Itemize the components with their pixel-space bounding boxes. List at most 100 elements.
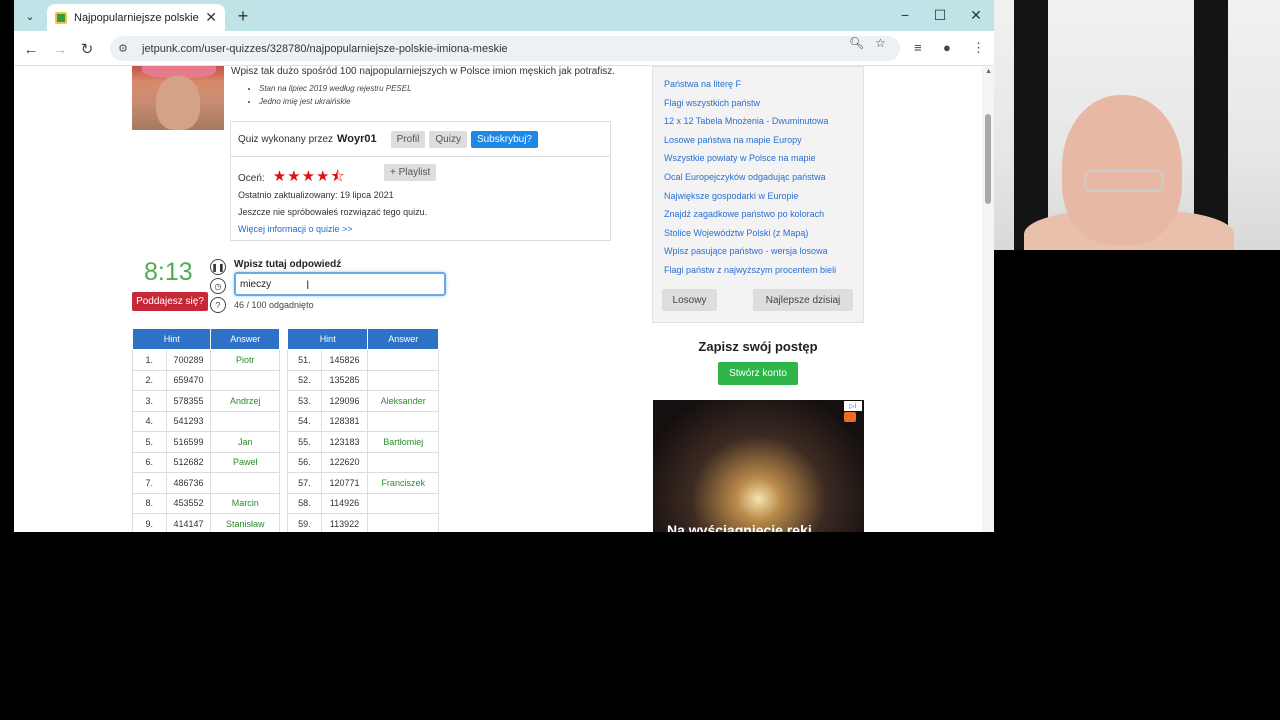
row-hint: 145826 xyxy=(320,349,369,371)
row-answer: Aleksander xyxy=(367,390,439,412)
row-number: 52. xyxy=(287,369,322,391)
table-row: 51. 145826 xyxy=(287,349,439,371)
site-info-icon[interactable]: ⚙ xyxy=(118,42,134,55)
page-scrollbar[interactable]: ▲ xyxy=(982,66,994,532)
back-icon[interactable]: ← xyxy=(20,38,42,60)
sidebar-quiz-link[interactable]: Ocal Europejczyków odgadując państwa xyxy=(664,172,854,182)
answers-table-left: Hint Answer 1. 700289 Piotr 2. 659470 3. 57835… xyxy=(131,328,280,532)
pause-icon[interactable]: ❚❚ xyxy=(210,259,226,275)
quizzes-button[interactable]: Quizy xyxy=(429,130,467,148)
row-hint: 486736 xyxy=(165,472,212,494)
related-quizzes-sidebar: Państwa na literę F Flagi wszystkich pańs… xyxy=(652,66,864,323)
row-answer: Piotr xyxy=(210,349,280,371)
subscribe-button[interactable]: Subskrybuj? xyxy=(470,130,538,148)
sidebar-quiz-link[interactable]: Losowe państwa na mapie Europy xyxy=(664,135,854,145)
profile-button[interactable]: Profil xyxy=(390,130,426,148)
sidebar-quiz-link[interactable]: 12 x 12 Tabela Mnożenia - Dwuminutowa xyxy=(664,116,854,126)
bookmark-star-icon[interactable]: ☆ xyxy=(875,36,886,50)
acoustic-panel xyxy=(1194,0,1228,250)
table-row: 57. 120771 Franciszek xyxy=(287,472,439,494)
media-controls-icon[interactable]: ≡ xyxy=(914,40,922,55)
author-name[interactable]: Woyr01 xyxy=(337,133,377,145)
menu-icon[interactable]: ⋮ xyxy=(972,40,985,56)
rating-stars-icon[interactable]: ★★★★⯪ xyxy=(273,166,346,191)
sidebar-quiz-link[interactable]: Flagi państw z najwyższym procentem biel… xyxy=(664,265,854,275)
scrollbar-thumb[interactable] xyxy=(985,114,991,204)
close-tab-icon[interactable]: ✕ xyxy=(205,9,217,26)
quiz-note: Stan na lipiec 2019 według rejestru PESE… xyxy=(259,82,412,95)
web-page: Wpisz tak dużo spośród 100 najpopularnie… xyxy=(14,66,994,532)
answer-input[interactable] xyxy=(234,272,446,296)
row-number: 4. xyxy=(132,410,167,432)
row-hint: 128381 xyxy=(320,410,369,432)
row-hint: 114926 xyxy=(320,492,369,514)
row-answer xyxy=(367,513,439,532)
ad-close-icon[interactable] xyxy=(844,412,856,422)
sidebar-quiz-link[interactable]: Stolice Województw Polski (z Mapą) xyxy=(664,228,854,238)
row-number: 57. xyxy=(287,472,322,494)
table-row: 8. 453552 Marcin xyxy=(132,492,280,514)
more-info-link[interactable]: Więcej informacji o quizie >> xyxy=(238,224,353,234)
address-bar[interactable]: ⚙ jetpunk.com/user-quizzes/328780/najpop… xyxy=(110,36,900,61)
row-number: 8. xyxy=(132,492,167,514)
row-answer xyxy=(367,492,439,514)
save-progress-title: Zapisz swój postęp xyxy=(698,339,818,354)
row-number: 54. xyxy=(287,410,322,432)
row-hint: 516599 xyxy=(165,431,212,453)
row-answer xyxy=(210,369,280,391)
best-today-button[interactable]: Najlepsze dzisiaj xyxy=(753,289,853,311)
create-account-button[interactable]: Stwórz konto xyxy=(718,362,798,385)
row-answer: Bartłomiej xyxy=(367,431,439,453)
quiz-intro: Wpisz tak dużo spośród 100 najpopularnie… xyxy=(231,66,616,77)
row-answer: Marcin xyxy=(210,492,280,514)
not-tried-text: Jeszcze nie spróbowałeś rozwiązać tego q… xyxy=(238,207,428,217)
sidebar-quiz-link[interactable]: Znajdź zagadkowe państwo po kolorach xyxy=(664,209,854,219)
random-button[interactable]: Losowy xyxy=(662,289,717,311)
reload-icon[interactable]: ↻ xyxy=(76,38,98,60)
text-cursor-icon: I xyxy=(306,278,310,292)
row-answer xyxy=(367,410,439,432)
give-up-button[interactable]: Poddajesz się? xyxy=(132,292,208,311)
active-tab[interactable]: Najpopularniejsze polskie imion ✕ xyxy=(47,4,225,31)
maximize-icon[interactable]: ☐ xyxy=(925,5,955,25)
table-row: 9. 414147 Stanisław xyxy=(132,513,280,532)
help-icon[interactable]: ? xyxy=(210,297,226,313)
clock-icon[interactable]: ◷ xyxy=(210,278,226,294)
row-hint: 122620 xyxy=(320,451,369,473)
row-number: 6. xyxy=(132,451,167,473)
row-number: 3. xyxy=(132,390,167,412)
row-hint: 512682 xyxy=(165,451,212,473)
row-answer: Franciszek xyxy=(367,472,439,494)
answer-header: Answer xyxy=(210,328,280,350)
tab-search-dropdown-icon[interactable]: ⌄ xyxy=(20,6,40,26)
answer-label: Wpisz tutaj odpowiedź xyxy=(234,259,342,270)
close-window-icon[interactable]: ✕ xyxy=(961,5,991,25)
scroll-up-icon[interactable]: ▲ xyxy=(985,68,992,75)
advertisement[interactable]: ▷ⅰ Na wyściągnięcie ręki xyxy=(653,400,864,532)
row-hint: 414147 xyxy=(165,513,212,532)
minimize-icon[interactable]: − xyxy=(890,5,920,25)
acoustic-panel xyxy=(1014,0,1048,250)
ad-choices-icon[interactable]: ▷ⅰ xyxy=(844,401,862,411)
profile-icon[interactable]: ● xyxy=(943,40,951,55)
forward-icon[interactable]: → xyxy=(49,38,71,60)
table-row: 4. 541293 xyxy=(132,410,280,432)
sidebar-quiz-link[interactable]: Największe gospodarki w Europie xyxy=(664,191,854,201)
table-row: 55. 123183 Bartłomiej xyxy=(287,431,439,453)
ad-headline: Na wyściągnięcie ręki xyxy=(667,522,812,532)
playlist-button[interactable]: + Playlist xyxy=(384,164,437,181)
row-hint: 453552 xyxy=(165,492,212,514)
row-answer xyxy=(367,451,439,473)
sidebar-quiz-link[interactable]: Państwa na literę F xyxy=(664,79,854,89)
sidebar-quiz-link[interactable]: Wpisz pasujące państwo - wersja losowa xyxy=(664,246,854,256)
row-number: 59. xyxy=(287,513,322,532)
last-updated: Ostatnio zaktualizowany: 19 lipca 2021 xyxy=(238,190,394,200)
new-tab-icon[interactable]: + xyxy=(232,5,254,27)
zoom-icon[interactable]: 🔍︎ xyxy=(849,36,864,50)
table-row: 6. 512682 Paweł xyxy=(132,451,280,473)
row-answer xyxy=(210,472,280,494)
sidebar-quiz-link[interactable]: Wszystkie powiaty w Polsce na mapie xyxy=(664,153,854,163)
row-number: 5. xyxy=(132,431,167,453)
quiz-note: Jedno imię jest ukraińskie xyxy=(259,95,412,108)
sidebar-quiz-link[interactable]: Flagi wszystkich państw xyxy=(664,98,854,108)
